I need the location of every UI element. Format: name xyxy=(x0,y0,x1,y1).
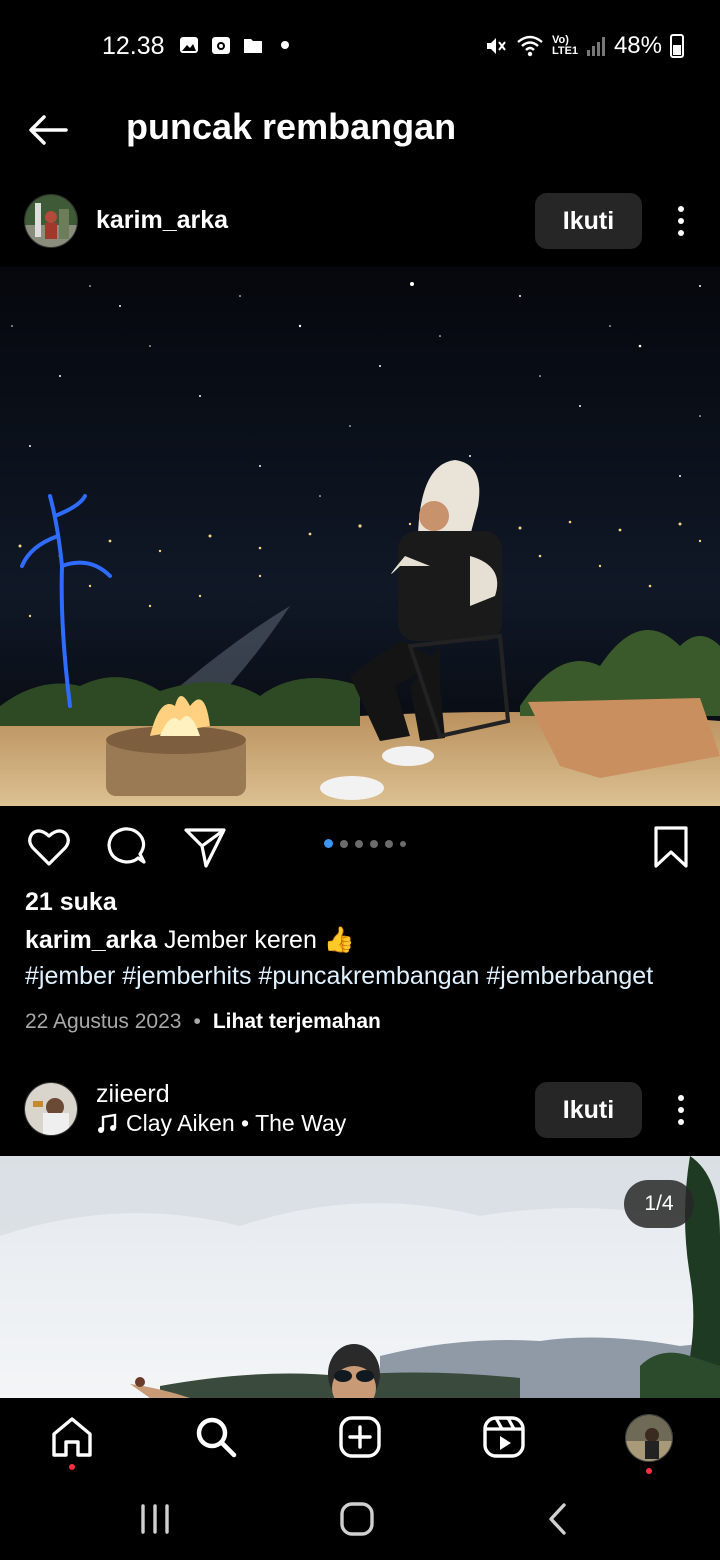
music-label: Clay Aiken • The Way xyxy=(126,1110,347,1136)
follow-button[interactable]: Ikuti xyxy=(535,1082,642,1138)
page-title: puncak rembangan xyxy=(126,106,457,147)
post-meta: 22 Agustus 2023 • Lihat terjemahan xyxy=(25,1010,381,1034)
follow-button[interactable]: Ikuti xyxy=(535,193,642,249)
username[interactable]: ziieerd xyxy=(96,1080,170,1109)
search-icon[interactable] xyxy=(193,1414,239,1460)
caption: karim_arka Jember keren 👍 xyxy=(25,926,355,955)
battery-percent: 48% xyxy=(613,32,662,59)
more-options-icon[interactable] xyxy=(664,1082,698,1138)
caption-text: Jember keren 👍 xyxy=(164,926,355,954)
music-note-icon xyxy=(98,1113,117,1133)
recents-icon[interactable] xyxy=(136,1502,174,1536)
status-time: 12.38 xyxy=(102,32,165,60)
volte-icon: Vo) LTE1 xyxy=(551,34,579,57)
header: puncak rembangan xyxy=(0,92,720,164)
likes-count[interactable]: 21 suka xyxy=(25,888,117,917)
see-translation-link[interactable]: Lihat terjemahan xyxy=(213,1010,381,1034)
carousel-dot xyxy=(340,839,348,848)
comment-icon[interactable] xyxy=(104,824,150,870)
arrow-left-icon[interactable] xyxy=(22,104,74,156)
carousel-dot xyxy=(355,839,363,848)
carousel-dot-active xyxy=(324,839,333,848)
signal-icon xyxy=(586,37,605,56)
bookmark-icon[interactable] xyxy=(648,824,694,870)
mute-icon xyxy=(486,38,506,54)
post-header: karim_arka Ikuti xyxy=(0,180,720,260)
more-options-icon[interactable] xyxy=(664,193,698,249)
gallery-icon xyxy=(180,37,198,53)
username[interactable]: karim_arka xyxy=(96,206,228,235)
carousel-indicator xyxy=(324,839,406,848)
status-icons-left xyxy=(178,34,296,56)
caption-username[interactable]: karim_arka xyxy=(25,926,157,954)
bottom-navigation xyxy=(0,1398,720,1478)
wifi-icon xyxy=(517,35,543,57)
post-image[interactable]: 1/4 xyxy=(0,1156,720,1398)
reels-icon[interactable] xyxy=(481,1414,527,1460)
system-navigation xyxy=(0,1478,720,1560)
add-post-icon[interactable] xyxy=(337,1414,383,1460)
share-icon[interactable] xyxy=(182,824,228,870)
home-circle-icon[interactable] xyxy=(338,1500,376,1538)
camera-icon xyxy=(212,37,230,54)
post-date: 22 Agustus 2023 xyxy=(25,1010,182,1033)
folder-icon xyxy=(244,39,262,53)
mountain-photo xyxy=(0,1156,720,1398)
home-notification-dot xyxy=(69,1464,75,1470)
music-info[interactable]: Clay Aiken • The Way xyxy=(96,1110,346,1137)
profile-notification-dot xyxy=(646,1468,652,1474)
avatar[interactable] xyxy=(24,1082,78,1136)
status-bar: 12.38 Vo) LTE1 48% xyxy=(0,0,720,92)
meta-separator: • xyxy=(193,1010,201,1033)
post-image[interactable] xyxy=(0,266,720,806)
heart-icon[interactable] xyxy=(26,824,72,870)
avatar[interactable] xyxy=(24,194,78,248)
battery-icon xyxy=(670,34,684,58)
carousel-dot xyxy=(385,839,393,848)
back-chevron-icon[interactable] xyxy=(540,1500,576,1538)
carousel-dot xyxy=(370,839,378,848)
status-right: Vo) LTE1 48% xyxy=(484,32,684,60)
carousel-dot xyxy=(400,840,406,847)
image-counter-badge: 1/4 xyxy=(624,1180,694,1228)
home-icon[interactable] xyxy=(49,1414,95,1460)
profile-avatar[interactable] xyxy=(625,1414,673,1462)
post-actions xyxy=(0,818,720,874)
dot-icon xyxy=(281,41,289,49)
hashtags[interactable]: #jember #jemberhits #puncakrembangan #je… xyxy=(25,962,653,991)
night-campfire-photo xyxy=(0,266,720,806)
